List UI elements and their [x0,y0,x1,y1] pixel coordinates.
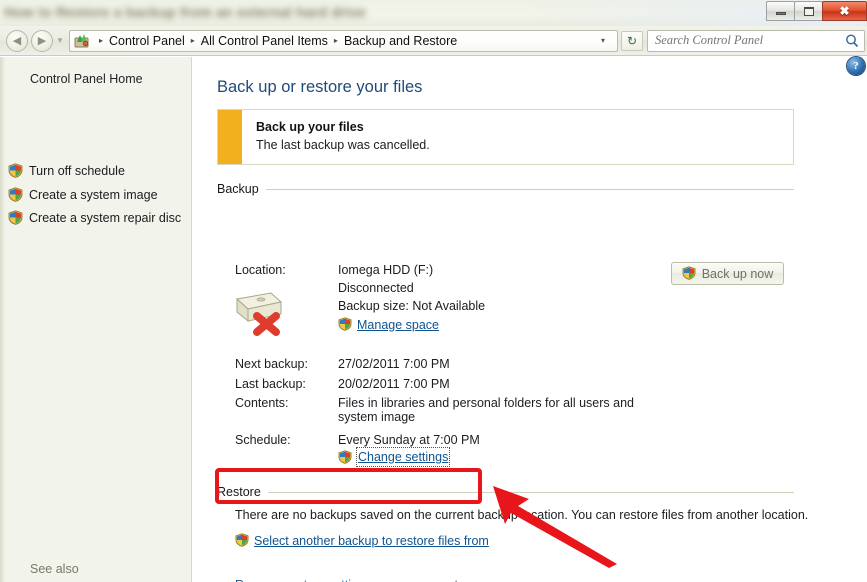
forward-arrow-icon: ▶ [37,35,47,47]
back-button[interactable]: ◀ [6,29,28,52]
change-settings-link-label: Change settings [358,450,449,464]
help-question-mark: ? [853,60,859,72]
banner-body: Back up your files The last backup was c… [242,110,430,164]
address-bar: ◀ ▶ ▾ ▸ Control Panel ▸ All Control Pane… [0,26,867,56]
minimize-button[interactable] [766,1,795,21]
backup-section-header: Backup [217,182,794,196]
search-input[interactable] [655,33,845,48]
last-backup-value: 20/02/2011 7:00 PM [338,377,450,391]
sidebar-see-also-heading: See also [30,562,79,576]
maximize-icon [803,6,814,16]
contents-value: Files in libraries and personal folders … [338,396,634,424]
location-value: Iomega HDD (F:) [338,263,434,277]
shield-icon [8,210,23,225]
shield-icon [8,163,23,178]
next-backup-label: Next backup: [235,357,308,371]
help-icon[interactable]: ? [847,57,865,75]
blurred-title-text: How to Restore a backup from an external… [4,4,366,20]
breadcrumb-separator-2: ▸ [333,36,338,45]
sidebar-item-label: Create a system repair disc [29,210,182,225]
last-backup-label: Last backup: [235,377,306,391]
sidebar: Control Panel Home Turn off schedule Cre… [0,57,192,582]
control-panel-icon [74,33,90,48]
banner-accent-stripe [218,110,242,164]
sidebar-item-create-a-system-image[interactable]: Create a system image [8,187,158,202]
back-up-now-button[interactable]: Back up now [671,262,784,285]
manage-space-link[interactable]: Manage space [338,317,439,332]
sidebar-item-control-panel-home[interactable]: Control Panel Home [30,72,143,86]
shield-icon [682,266,697,281]
forward-button[interactable]: ▶ [31,29,53,52]
chevron-down-icon: ▾ [57,35,63,45]
address-dropdown-icon[interactable]: ▾ [597,36,613,45]
section-divider [265,188,794,190]
restore-section-title: Restore [217,485,261,499]
sidebar-item-turn-off-schedule[interactable]: Turn off schedule [8,163,125,178]
shield-icon [338,317,353,332]
restore-note: There are no backups saved on the curren… [235,508,809,522]
connection-status-value: Disconnected [338,281,414,295]
select-another-backup-link[interactable]: Select another backup to restore files f… [235,533,489,548]
breadcrumb[interactable]: ▸ Control Panel ▸ All Control Panel Item… [69,29,618,52]
change-settings-focus-outline: Change settings [356,447,451,467]
search-icon [845,33,859,49]
back-arrow-icon: ◀ [12,35,22,47]
sidebar-item-label: Turn off schedule [29,163,125,178]
status-banner: Back up your files The last backup was c… [217,109,794,165]
sidebar-item-label: Create a system image [29,187,158,202]
schedule-label: Schedule: [235,433,291,447]
breadcrumb-item-all-control-panel-items[interactable]: All Control Panel Items [201,34,328,48]
back-up-now-button-label: Back up now [701,266,774,281]
breadcrumb-item-control-panel[interactable]: Control Panel [109,34,185,48]
close-icon: ✖ [839,3,850,18]
banner-title: Back up your files [256,120,364,134]
maximize-button[interactable] [794,1,823,21]
refresh-button[interactable]: ↻ [621,30,643,51]
breadcrumb-separator-1: ▸ [190,36,195,45]
schedule-value: Every Sunday at 7:00 PM [338,433,480,447]
shield-icon [235,533,250,548]
refresh-icon: ↻ [626,33,638,48]
close-button[interactable]: ✖ [822,1,867,21]
sidebar-left-edge [0,57,5,582]
restore-section-header: Restore [217,485,794,499]
backup-and-restore-window: How to Restore a backup from an external… [0,0,867,582]
backup-size-value: Backup size: Not Available [338,299,486,313]
section-divider [267,491,794,493]
page-title: Back up or restore your files [217,78,423,96]
blurred-background-title-strip: How to Restore a backup from an external… [0,0,867,26]
change-settings-link[interactable]: Change settings [338,447,451,467]
manage-space-link-label: Manage space [357,317,440,332]
next-backup-value: 27/02/2011 7:00 PM [338,357,450,371]
backup-section-title: Backup [217,182,259,196]
recover-system-settings-link[interactable]: Recover system settings or your computer [235,578,469,582]
banner-subtitle: The last backup was cancelled. [256,138,430,152]
location-label: Location: [235,263,286,277]
window-caption-buttons: ✖ [766,0,867,24]
breadcrumb-item-backup-and-restore[interactable]: Backup and Restore [344,34,457,48]
shield-icon [8,187,23,202]
recent-pages-button[interactable]: ▾ [53,35,67,46]
minimize-icon [775,12,786,15]
external-hard-drive-disconnected-icon [231,285,287,337]
content-pane: Back up or restore your files Back up yo… [193,57,867,582]
select-another-backup-link-label: Select another backup to restore files f… [254,533,489,548]
contents-label: Contents: [235,396,289,410]
search-box[interactable] [647,29,865,52]
breadcrumb-separator-0: ▸ [99,36,104,45]
sidebar-item-create-a-system-repair-disc[interactable]: Create a system repair disc [8,210,181,225]
shield-icon [338,449,353,465]
